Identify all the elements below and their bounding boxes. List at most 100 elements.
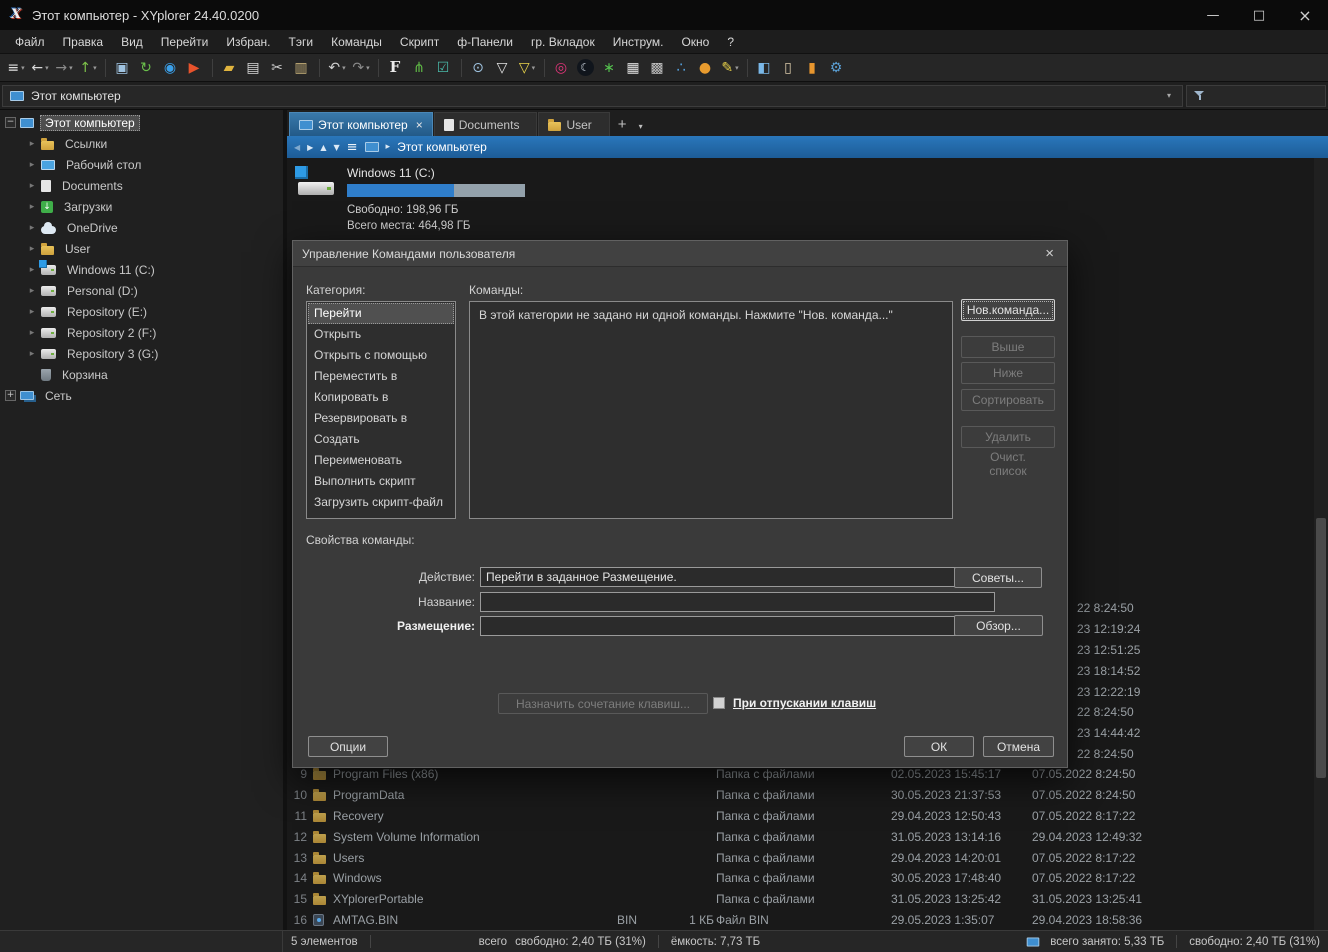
panel-button[interactable]: ▮ [802, 56, 824, 80]
file-row[interactable]: 11 Recovery Папка с файлами 29.04.2023 1… [287, 806, 1314, 827]
redo-button[interactable]: ↷ ▾ [350, 56, 372, 80]
toolbar-separator[interactable] [461, 58, 462, 77]
menu-item[interactable]: Команды [322, 32, 391, 52]
category-item[interactable]: Переименовать [308, 450, 454, 471]
hotlist-button[interactable]: ◎ [551, 56, 573, 80]
refresh-button[interactable]: ↻ [136, 56, 158, 80]
address-field[interactable]: Этот компьютер ▾ [2, 84, 1183, 107]
expand-icon[interactable] [26, 369, 38, 381]
expand-icon[interactable]: ▸ [26, 264, 38, 276]
sort-button[interactable]: Сортировать [961, 389, 1055, 411]
tab-user[interactable]: User [538, 112, 610, 136]
category-item[interactable]: Копировать в [308, 387, 454, 408]
forward-button[interactable]: → ▾ [53, 56, 75, 80]
copy-button[interactable]: ▤ [243, 56, 265, 80]
breadcrumb-forward-icon[interactable]: ▶ [307, 143, 313, 152]
file-name[interactable]: Program Files (x86) [333, 767, 617, 781]
file-row[interactable]: 13 Users Папка с файлами 29.04.2023 14:2… [287, 847, 1314, 868]
tree-item-drive-g[interactable]: ▸ Repository 3 (G:) [0, 343, 283, 364]
move-down-button[interactable]: Ниже [961, 362, 1055, 384]
expand-icon[interactable]: ▸ [26, 180, 38, 192]
menu-item[interactable]: Окно [672, 32, 718, 52]
commands-list[interactable]: В этой категории не задано ни одной кома… [469, 301, 953, 519]
category-item[interactable]: Резервировать в [308, 408, 454, 429]
category-item[interactable]: Выполнить скрипт [308, 471, 454, 492]
file-name[interactable]: ProgramData [333, 788, 617, 802]
expand-icon[interactable]: − [5, 117, 16, 128]
tree-item-this-computer[interactable]: − Этот компьютер [0, 112, 283, 133]
grid-button[interactable]: ▦ [623, 56, 645, 80]
dark-mode-button[interactable]: ☾ [575, 56, 597, 80]
tips-button[interactable]: Советы... [954, 567, 1042, 588]
find-files-button[interactable]: ⊙ [468, 56, 490, 80]
move-up-button[interactable]: Выше [961, 336, 1055, 358]
cut-button[interactable]: ✂ [267, 56, 289, 80]
tree-item-drive-c[interactable]: ▸ Windows 11 (C:) [0, 259, 283, 280]
menu-item[interactable]: Файл [6, 32, 54, 52]
action-input[interactable] [480, 567, 995, 587]
file-name[interactable]: Recovery [333, 809, 617, 823]
breadcrumb-menu-icon[interactable]: ≡ [347, 140, 358, 155]
menu-item[interactable]: Перейти [152, 32, 218, 52]
options-button[interactable]: Опции [308, 736, 388, 757]
menu-item[interactable]: Правка [54, 32, 113, 52]
file-row[interactable]: 14 Windows Папка с файлами 30.05.2023 17… [287, 868, 1314, 889]
menu-item[interactable]: Избран. [217, 32, 279, 52]
spot-button[interactable]: ∗ [599, 56, 621, 80]
menu-item[interactable]: Скрипт [391, 32, 448, 52]
tab-list-dropdown-icon[interactable]: ▾ [634, 122, 648, 136]
zoom-button[interactable]: ◉ [160, 56, 182, 80]
tree-item-drive-f[interactable]: ▸ Repository 2 (F:) [0, 322, 283, 343]
on-key-release-checkbox[interactable] [713, 697, 725, 709]
tab-close-icon[interactable]: × [416, 118, 423, 132]
highlight-button[interactable]: ✎ ▾ [719, 56, 741, 80]
file-name[interactable]: AMTAG.BIN [333, 913, 617, 927]
ok-button[interactable]: ОК [904, 736, 974, 757]
category-item[interactable]: Открыть с помощью [308, 345, 454, 366]
file-row[interactable]: 12 System Volume Information Папка с фай… [287, 826, 1314, 847]
file-row[interactable]: 16 AMTAG.BIN BIN 1 КБ Файл BIN 29.05.202… [287, 910, 1314, 930]
tree-item-onedrive[interactable]: ▸ OneDrive [0, 217, 283, 238]
category-item[interactable]: Открыть [308, 324, 454, 345]
menu-item[interactable]: Тэги [280, 32, 323, 52]
file-name[interactable]: System Volume Information [333, 830, 617, 844]
tab-this-computer[interactable]: Этот компьютер × [289, 112, 433, 136]
dual-pane-button[interactable]: ◧ [754, 56, 776, 80]
maximize-button[interactable]: □ [1236, 0, 1282, 30]
menu-item[interactable]: Вид [112, 32, 152, 52]
tree-item-user[interactable]: ▸ User [0, 238, 283, 259]
screen-button[interactable]: ▣ [112, 56, 134, 80]
menu-item[interactable]: ? [718, 32, 743, 52]
toolbar-separator[interactable] [378, 58, 379, 77]
toolbar-separator[interactable] [319, 58, 320, 77]
tree-item-drive-e[interactable]: ▸ Repository (E:) [0, 301, 283, 322]
file-name[interactable]: Users [333, 851, 617, 865]
new-folder-button[interactable]: ▰ [219, 56, 241, 80]
filter-button[interactable]: ▽ [492, 56, 514, 80]
tree-item-documents[interactable]: ▸ Documents [0, 175, 283, 196]
expand-icon[interactable]: ▸ [26, 306, 38, 318]
font-button[interactable]: F [385, 56, 407, 80]
dialog-title-bar[interactable]: Управление Командами пользователя × [293, 241, 1067, 267]
menu-button[interactable]: ≡ ▾ [5, 56, 27, 80]
tree-item-recycle-bin[interactable]: Корзина [0, 364, 283, 385]
name-input[interactable] [480, 592, 995, 612]
category-item[interactable]: Создать [308, 429, 454, 450]
expand-icon[interactable]: ▸ [26, 201, 38, 213]
file-row[interactable]: 15 XYplorerPortable Папка с файлами 31.0… [287, 889, 1314, 910]
menu-item[interactable]: гр. Вкладок [522, 32, 604, 52]
expand-icon[interactable]: ▸ [26, 348, 38, 360]
live-filter-box[interactable] [1186, 84, 1326, 107]
browse-button[interactable]: Обзор... [954, 615, 1043, 636]
address-dropdown-icon[interactable]: ▾ [1163, 91, 1175, 100]
close-button[interactable]: × [1282, 0, 1328, 30]
new-command-button[interactable]: Нов.команда... [961, 299, 1055, 321]
toolbar-separator[interactable] [212, 58, 213, 77]
category-item[interactable]: Переместить в [308, 366, 454, 387]
catalog-button[interactable]: ▯ [778, 56, 800, 80]
menu-item[interactable]: ф-Панели [448, 32, 522, 52]
expand-icon[interactable]: ▸ [26, 159, 38, 171]
expand-icon[interactable]: + [5, 390, 16, 401]
vertical-scrollbar[interactable] [1314, 158, 1328, 930]
expand-icon[interactable]: ▸ [26, 285, 38, 297]
